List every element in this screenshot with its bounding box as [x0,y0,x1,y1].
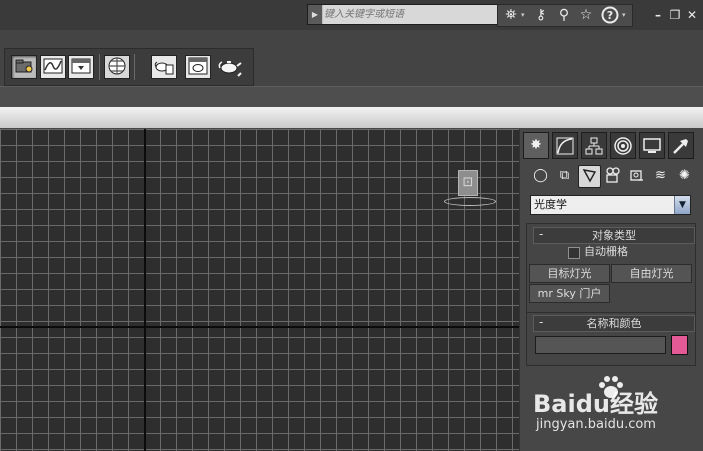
target-light-button[interactable]: 目标灯光 [529,264,610,283]
name-color-header[interactable]: 名称和颜色 - [533,315,695,332]
object-name-field[interactable] [535,336,666,354]
free-light-button[interactable]: 自由灯光 [611,264,692,283]
window-controls: – ❐ ✕ [650,6,703,24]
chevron-down-icon[interactable]: ▼ [674,196,690,214]
autogrid-label: 自动栅格 [584,245,628,258]
rendered-frame-icon[interactable] [151,55,177,79]
material-editor-icon[interactable] [104,55,130,79]
grid-axis-vertical [144,129,146,451]
search-dropdown-icon[interactable]: ▾ [521,5,529,26]
render-icon[interactable] [185,55,211,79]
watermark-brand: Baidu经验 [533,390,658,418]
helpers-icon[interactable] [626,165,647,186]
tab-display[interactable] [639,132,665,159]
minimize-icon[interactable]: – [650,6,666,24]
toolbar-separator [134,54,135,80]
grid-axis-horizontal [0,326,519,328]
binoculars-icon[interactable]: ⛯ [500,5,522,26]
tab-motion[interactable] [610,132,636,159]
cameras-icon[interactable] [602,165,623,186]
space-warps-icon[interactable]: ≋ [650,165,671,186]
infocenter-search: ▶ [307,4,499,25]
curve-editor-icon[interactable] [40,55,66,79]
lights-icon[interactable] [578,165,601,188]
viewport-grid[interactable]: ⊡ [0,129,519,451]
tab-create[interactable]: ✸ [523,132,549,159]
help-dropdown-icon[interactable]: ▾ [622,5,630,26]
collapse-icon[interactable]: - [539,228,543,243]
baidu-jingyan-watermark: Baidu经验 jingyan.baidu.com [533,375,703,445]
tab-utilities[interactable] [668,132,694,159]
key-icon[interactable]: ⚷ [530,5,552,26]
scene-explorer-icon[interactable] [11,55,37,79]
search-input[interactable] [323,5,498,24]
object-type-rollout: 对象类型 - 自动栅格 目标灯光 自由灯光 mr Sky 门户 [526,223,696,313]
main-toolbar [4,48,254,86]
watermark-url: jingyan.baidu.com [536,417,656,432]
render-setup-icon[interactable] [68,55,94,79]
geometry-icon[interactable]: ◯ [530,165,551,186]
tab-modify[interactable] [552,132,578,159]
tab-hierarchy[interactable] [581,132,607,159]
object-type-header[interactable]: 对象类型 - [533,227,695,244]
toolbar-separator [99,54,100,80]
object-type-title: 对象类型 [592,229,636,242]
title-bar: ▶ ⛯ ▾ ⚷ ⚲ ☆ ? ▾ – ❐ ✕ [0,0,703,30]
infocenter-tools: ⛯ ▾ ⚷ ⚲ ☆ ? ▾ [497,4,633,27]
shapes-icon[interactable]: ⧉ [554,165,575,186]
light-ground-ring [444,197,496,206]
name-color-title: 名称和颜色 [586,317,642,330]
restore-icon[interactable]: ❐ [667,6,683,24]
systems-icon[interactable]: ✺ [674,165,695,186]
search-expand-arrow-icon[interactable]: ▶ [308,5,322,24]
name-color-rollout: 名称和颜色 - [526,312,696,366]
category-dropdown[interactable]: 光度学 ▼ [530,195,691,215]
svg-text:?: ? [607,9,613,22]
autogrid-checkbox[interactable] [568,247,580,259]
photometric-light-object[interactable]: ⊡ [444,169,496,209]
collapse-icon[interactable]: - [539,316,543,331]
category-dropdown-value: 光度学 [534,198,567,211]
ribbon-strip [0,86,703,107]
viewport-label-bar [0,107,703,128]
render-production-icon[interactable] [217,55,243,79]
pin-icon[interactable]: ⚲ [553,5,575,26]
help-icon[interactable]: ? [599,5,621,26]
mr-sky-portal-button[interactable]: mr Sky 门户 [529,284,610,303]
star-icon[interactable]: ☆ [575,5,597,26]
light-icon: ⊡ [458,170,478,196]
object-color-swatch[interactable] [671,335,688,355]
close-icon[interactable]: ✕ [684,6,700,24]
